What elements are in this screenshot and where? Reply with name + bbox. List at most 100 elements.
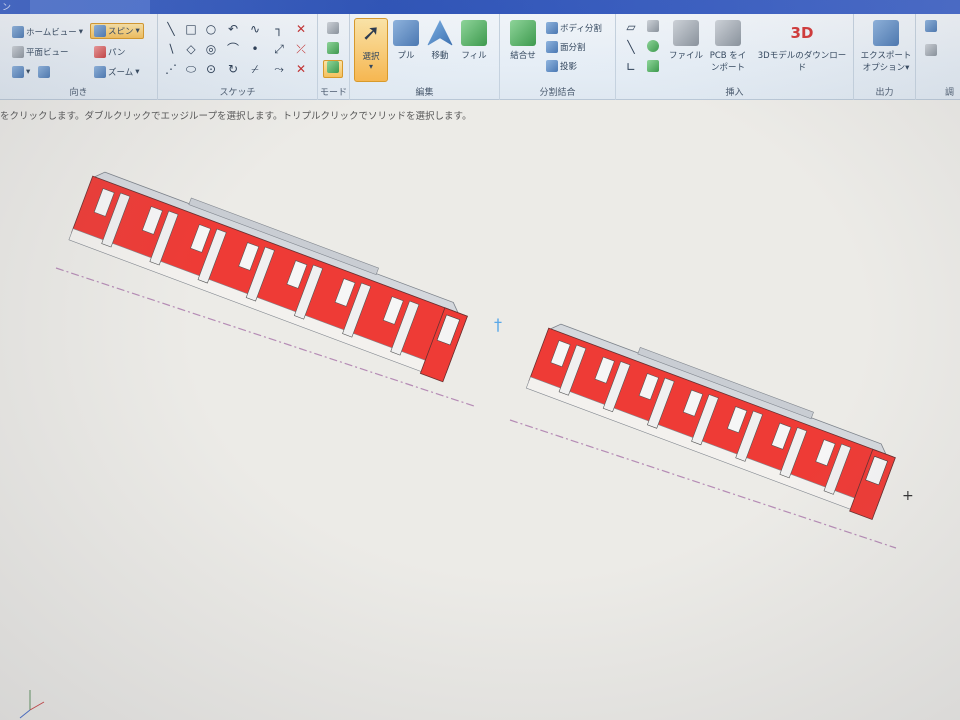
adjust-tool-icon[interactable] bbox=[924, 20, 938, 34]
pull-button[interactable]: プル bbox=[388, 18, 424, 80]
equation-icon[interactable] bbox=[646, 60, 660, 74]
group-insert: ▱ ╲ ∟ ファイル PCB をイ ンポート 3D 3Dモデルのダウンロード 挿… bbox=[616, 14, 854, 100]
circle-tool-icon[interactable]: ○ bbox=[204, 22, 218, 36]
split-body-icon bbox=[546, 22, 558, 34]
spin-center-icon: † bbox=[494, 315, 502, 334]
polygon-tool-icon[interactable]: ◇ bbox=[184, 42, 198, 56]
plan-view-label: 平面ビュー bbox=[26, 48, 69, 58]
select-button[interactable]: ➚ 選択 ▾ bbox=[354, 18, 388, 82]
group-label-sketch: スケッチ bbox=[219, 88, 256, 98]
combine-icon bbox=[510, 20, 536, 46]
group-orientation: ホームビュー ▾ 平面ビュー ▾ スピン ▾ パン ズーム ▾ 向き bbox=[0, 14, 158, 100]
group-label-insert: 挿入 bbox=[725, 88, 744, 98]
export-label-2: オプション bbox=[862, 63, 906, 73]
plan-view-button[interactable]: 平面ビュー bbox=[12, 44, 69, 60]
view-icon bbox=[38, 66, 51, 78]
home-view-button[interactable]: ホームビュー ▾ bbox=[12, 24, 83, 40]
zoom-button[interactable]: ズーム ▾ bbox=[94, 64, 140, 80]
rotate-tool-icon[interactable]: ↻ bbox=[226, 62, 240, 76]
file-icon bbox=[673, 20, 699, 46]
group-mode: モード bbox=[318, 14, 350, 100]
sweep-arc-icon[interactable]: ⌒ bbox=[226, 42, 240, 56]
line-tool-icon[interactable]: ╲ bbox=[164, 22, 178, 36]
ellipse-tool-icon[interactable]: ⬭ bbox=[184, 62, 198, 76]
split-face-button[interactable]: 面分割 bbox=[546, 39, 586, 55]
download-3d-label: 3Dモデルのダウンロード bbox=[757, 51, 847, 73]
pull-icon bbox=[393, 20, 419, 46]
insert-file-button[interactable]: ファイル bbox=[668, 18, 704, 80]
move-button[interactable]: 移動 bbox=[422, 18, 458, 80]
pan-label: パン bbox=[108, 48, 126, 58]
section-mode-icon[interactable] bbox=[326, 42, 340, 56]
cursor-arrow-icon: ➚ bbox=[361, 21, 381, 46]
group-edit: ➚ 選択 ▾ プル 移動 フィル 編集 bbox=[350, 14, 500, 100]
three-point-circle-icon[interactable]: ◎ bbox=[204, 42, 218, 56]
point-tool-icon[interactable]: • bbox=[248, 42, 262, 56]
spline-tool-icon[interactable]: ∿ bbox=[248, 22, 262, 36]
combine-button[interactable]: 結合せ bbox=[504, 18, 542, 80]
import-pcb-label-2: ンポート bbox=[710, 63, 745, 73]
ribbon: ホームビュー ▾ 平面ビュー ▾ スピン ▾ パン ズーム ▾ 向き ╲ □ ○… bbox=[0, 14, 960, 100]
project-button[interactable]: 投影 bbox=[546, 58, 577, 74]
project-icon bbox=[546, 60, 558, 72]
group-label-adjust: 調 bbox=[944, 88, 954, 98]
sphere-icon[interactable] bbox=[646, 40, 660, 54]
arc-tool-icon[interactable]: ↶ bbox=[226, 22, 240, 36]
delete-sketch-icon[interactable]: ✕ bbox=[294, 62, 308, 76]
export-options-button[interactable]: エクスポート オプション▾ bbox=[858, 18, 914, 80]
corner-tool-icon[interactable]: ┐ bbox=[272, 22, 286, 36]
adjust-tool-2-icon[interactable] bbox=[924, 44, 938, 58]
project-label: 投影 bbox=[560, 62, 578, 72]
group-label-edit: 編集 bbox=[415, 88, 434, 98]
axis-icon[interactable]: ╲ bbox=[624, 40, 638, 54]
spin-icon bbox=[94, 25, 106, 37]
download-3d-model-button[interactable]: 3D 3Dモデルのダウンロード bbox=[754, 18, 850, 80]
view-cube-button[interactable]: ▾ bbox=[12, 64, 51, 80]
pan-button[interactable]: パン bbox=[94, 44, 125, 60]
split-face-label: 面分割 bbox=[560, 43, 586, 53]
3d-mode-icon[interactable] bbox=[323, 60, 343, 78]
spin-label: スピン bbox=[108, 27, 134, 37]
construction-line-icon[interactable]: ⋰ bbox=[164, 62, 178, 76]
select-label: 選択 bbox=[362, 52, 380, 62]
split-face-icon bbox=[546, 41, 558, 53]
export-label-2-row: オプション▾ bbox=[858, 61, 914, 73]
cube-icon bbox=[12, 66, 24, 78]
extend-tool-icon[interactable]: ⤫ bbox=[294, 42, 308, 56]
split-body-label: ボディ分割 bbox=[560, 24, 602, 34]
sketch-mode-icon[interactable] bbox=[326, 22, 340, 36]
move-handle-icon: + bbox=[902, 488, 914, 504]
import-pcb-label-1: PCB をイ bbox=[709, 51, 747, 61]
export-icon bbox=[873, 20, 899, 46]
group-adjust: 調 bbox=[916, 14, 960, 100]
chevron-down-icon: ▾ bbox=[135, 67, 140, 77]
cylinder-icon[interactable] bbox=[646, 20, 660, 34]
project-sketch-icon[interactable]: ⌿ bbox=[248, 62, 262, 76]
model-viewport[interactable]: † + bbox=[0, 100, 960, 720]
move-label: 移動 bbox=[431, 51, 449, 61]
origin-icon[interactable]: ∟ bbox=[624, 60, 638, 74]
chevron-down-icon: ▾ bbox=[135, 26, 140, 36]
title-tab[interactable] bbox=[30, 0, 150, 14]
group-label-output: 出力 bbox=[875, 88, 894, 98]
zoom-label: ズーム bbox=[108, 68, 134, 78]
fill-icon bbox=[461, 20, 487, 46]
target-tool-icon[interactable]: ⊙ bbox=[204, 62, 218, 76]
chevron-down-icon: ▾ bbox=[368, 62, 373, 71]
bend-tool-icon[interactable]: ⤳ bbox=[272, 62, 286, 76]
tangent-line-icon[interactable]: ∖ bbox=[164, 42, 178, 56]
spin-button[interactable]: スピン ▾ bbox=[90, 23, 144, 39]
chevron-down-icon: ▾ bbox=[26, 67, 31, 77]
offset-tool-icon[interactable]: ⤢ bbox=[272, 42, 286, 56]
svg-text:†: † bbox=[494, 315, 502, 334]
plane-icon[interactable]: ▱ bbox=[624, 20, 638, 34]
chevron-down-icon: ▾ bbox=[905, 63, 910, 73]
trim-tool-icon[interactable]: ✕ bbox=[294, 22, 308, 36]
split-body-button[interactable]: ボディ分割 bbox=[546, 20, 602, 36]
move-arrows-icon bbox=[427, 20, 453, 46]
rectangle-tool-icon[interactable]: □ bbox=[184, 22, 198, 36]
group-label-orientation: 向き bbox=[69, 88, 88, 98]
fill-button[interactable]: フィル bbox=[456, 18, 492, 80]
insert-file-label: ファイル bbox=[668, 51, 703, 61]
import-pcb-button[interactable]: PCB をイ ンポート bbox=[706, 18, 750, 80]
